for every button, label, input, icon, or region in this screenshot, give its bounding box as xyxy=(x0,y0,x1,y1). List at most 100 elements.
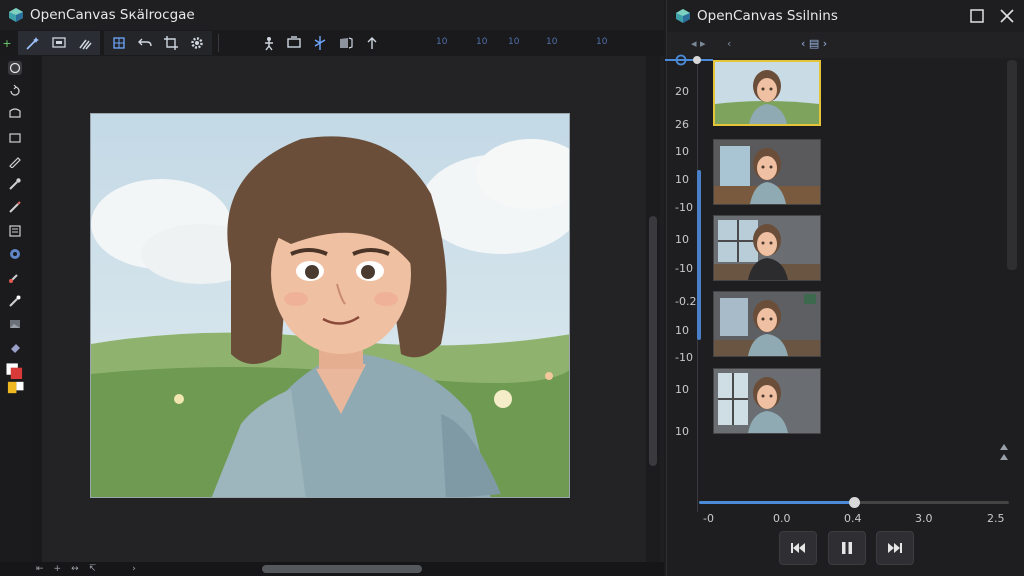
fast-forward-button[interactable] xyxy=(876,531,914,565)
artwork-canvas[interactable] xyxy=(90,113,570,498)
rewind-icon xyxy=(791,543,805,553)
ruler-mark: 10 xyxy=(476,37,488,47)
layers-icon[interactable] xyxy=(333,31,359,55)
frame-thumbnail-4[interactable] xyxy=(713,291,821,357)
close-icon[interactable] xyxy=(999,8,1015,24)
editor-window: OpenCanvas Sкälrocgae + 10 10 10 10 10 ⇤… xyxy=(0,0,664,576)
playback-scrubber[interactable] xyxy=(699,497,1009,508)
frame-thumbnail-3[interactable] xyxy=(713,215,821,281)
tool-palette xyxy=(0,56,30,566)
symmetry-icon[interactable] xyxy=(307,31,333,55)
status-glyph[interactable]: ↔ xyxy=(71,564,79,574)
status-glyph[interactable]: + xyxy=(54,564,62,574)
toolbar-separator xyxy=(218,34,219,52)
axis-label: 10 xyxy=(675,233,689,246)
eyedropper-icon[interactable] xyxy=(0,172,30,195)
status-glyph[interactable]: ↸ xyxy=(89,564,97,574)
scrubber-label: 0.0 xyxy=(773,512,791,525)
frame-1-preview xyxy=(715,62,819,124)
maximize-icon[interactable] xyxy=(969,8,985,24)
wand-icon[interactable] xyxy=(20,31,46,55)
status-glyph[interactable]: ⇤ xyxy=(36,564,44,574)
vertical-ruler xyxy=(30,56,42,566)
text-icon[interactable] xyxy=(0,219,30,242)
vertical-scroll-thumb[interactable] xyxy=(649,216,657,466)
frame-5-preview xyxy=(714,369,820,433)
scrubber-handle[interactable] xyxy=(849,497,860,508)
ruler-mark: 10 xyxy=(546,37,558,47)
settings-icon[interactable] xyxy=(184,31,210,55)
ruler-mark: 10 xyxy=(436,37,448,47)
axis-label: -10 xyxy=(675,351,693,364)
ruler-mark: 10 xyxy=(596,37,608,47)
frames-scrollbar[interactable] xyxy=(1007,60,1017,270)
frame-3-preview xyxy=(714,216,820,280)
scrubber-label: 3.0 xyxy=(915,512,933,525)
axis-label: 26 xyxy=(675,118,689,131)
axis-label: 20 xyxy=(675,85,689,98)
storyboard-toolbar: ◂ ▸ ‹ ‹ ▤ › xyxy=(667,32,1024,58)
scrubber-progress xyxy=(699,501,854,504)
transform-tool-group xyxy=(104,31,212,55)
playhead-marker-icon[interactable] xyxy=(665,54,715,66)
axis-active-track[interactable] xyxy=(697,170,701,340)
marquee-icon[interactable] xyxy=(0,103,30,126)
prev-small-icon[interactable]: ‹ xyxy=(727,37,731,50)
axis-label: 10 xyxy=(675,324,689,337)
rectangle-icon[interactable] xyxy=(0,126,30,149)
frame-2-preview xyxy=(714,140,820,204)
dropper-icon[interactable] xyxy=(0,289,30,312)
brush-set-icon[interactable] xyxy=(72,31,98,55)
puppet-icon[interactable] xyxy=(255,31,281,55)
undo-icon[interactable] xyxy=(132,31,158,55)
pen-icon[interactable] xyxy=(0,149,30,172)
transform-icon[interactable] xyxy=(106,31,132,55)
crop-icon[interactable] xyxy=(158,31,184,55)
selection-icon[interactable] xyxy=(46,31,72,55)
storyboard-title: OpenCanvas Ssilnins xyxy=(697,8,838,24)
scrubber-label: 2.5 xyxy=(987,512,1005,525)
frame-thumbnail-2[interactable] xyxy=(713,139,821,205)
image-icon[interactable] xyxy=(0,312,30,335)
axis-label: 10 xyxy=(675,383,689,396)
artwork-illustration xyxy=(91,114,569,497)
pencil-icon[interactable] xyxy=(0,196,30,219)
ruler-mark: 10 xyxy=(508,37,520,47)
frame-thumbnail-5[interactable] xyxy=(713,368,821,434)
horizontal-scroll-thumb[interactable] xyxy=(262,565,422,573)
scrubber-label: 0.4 xyxy=(844,512,862,525)
color-swatch-icon[interactable] xyxy=(0,359,30,399)
globe-icon[interactable] xyxy=(0,242,30,265)
status-glyph[interactable]: › xyxy=(132,564,136,574)
scroll-up-icon[interactable] xyxy=(999,442,1009,452)
app-logo-icon xyxy=(676,9,690,23)
frame-thumbnail-1[interactable] xyxy=(713,60,821,126)
pause-button[interactable] xyxy=(828,531,866,565)
axis-label: 10 xyxy=(675,425,689,438)
app-logo-icon xyxy=(9,8,23,22)
frame-nav[interactable]: ‹ ▤ › xyxy=(801,37,827,50)
fast-forward-icon xyxy=(888,543,902,553)
frame-icon[interactable] xyxy=(281,31,307,55)
frame-4-preview xyxy=(714,292,820,356)
rotate-icon[interactable] xyxy=(0,79,30,102)
axis-label: -10 xyxy=(675,201,693,214)
scroll-down-icon[interactable] xyxy=(999,452,1009,462)
editor-title: OpenCanvas Sкälrocgae xyxy=(30,7,195,23)
editor-titlebar: OpenCanvas Sкälrocgae xyxy=(0,0,195,30)
axis-label: -10 xyxy=(675,262,693,275)
add-icon[interactable]: + xyxy=(0,31,14,55)
pause-icon xyxy=(842,542,852,554)
canvas-vertical-scrollbar[interactable] xyxy=(646,56,660,566)
rewind-button[interactable] xyxy=(779,531,817,565)
timeline-axis: 20 26 10 10 -10 10 -10 -0.2 10 -10 10 10 xyxy=(665,54,713,512)
lasso-icon[interactable] xyxy=(0,56,30,79)
fill-icon[interactable] xyxy=(0,266,30,289)
axis-label: -0.2 xyxy=(675,295,697,308)
axis-label: 10 xyxy=(675,173,689,186)
bowtie-nav-icon[interactable]: ◂ ▸ xyxy=(691,37,706,50)
arrow-up-icon[interactable] xyxy=(359,31,385,55)
editor-toolbar: + 10 10 10 10 10 xyxy=(0,30,664,56)
eraser-icon[interactable] xyxy=(0,336,30,359)
storyboard-titlebar: OpenCanvas Ssilnins xyxy=(667,0,1024,32)
